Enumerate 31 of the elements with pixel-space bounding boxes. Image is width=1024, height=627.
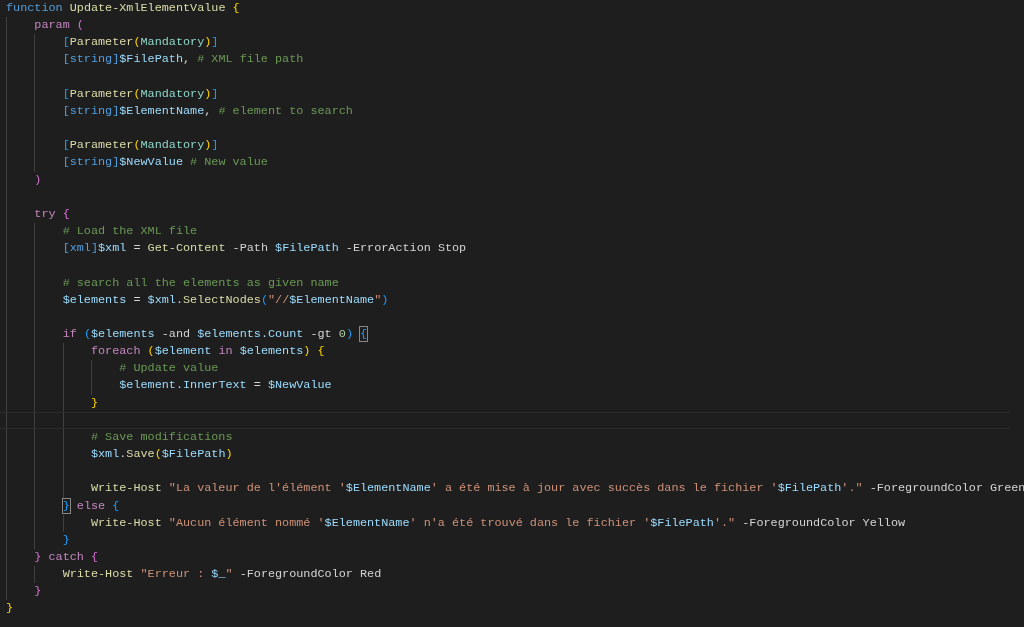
code-line: Write-Host "Aucun élément nommé '$ElementName' n'a été trouvé dans le fichier '$FilePath'." -ForegroundColor Yellow xyxy=(90,514,906,532)
code-line: function Update-XmlElementValue { xyxy=(6,0,240,17)
code-line: $elements = $xml.SelectNodes("//$ElementName") xyxy=(62,291,389,309)
code-line: [xml]$xml = Get-Content -Path $FilePath -ErrorAction Stop xyxy=(62,240,467,258)
code-line: [Parameter(Mandatory)] xyxy=(62,34,219,52)
code-line: } xyxy=(90,394,99,412)
code-line: } xyxy=(62,531,70,549)
code-line: [string]$ElementName, # element to search xyxy=(62,102,353,120)
indent-guide xyxy=(62,514,64,532)
code-line: # Load the XML file xyxy=(62,223,198,241)
code-line: } else { xyxy=(62,497,120,515)
code-line: Write-Host "Erreur : $_" -ForegroundColor Red xyxy=(62,566,382,584)
code-line: [string]$NewValue # New value xyxy=(62,154,268,172)
code-line: [string]$FilePath, # XML file path xyxy=(62,51,304,69)
code-line: param ( xyxy=(34,17,84,35)
code-line: [Parameter(Mandatory)] xyxy=(62,137,219,155)
code-line: foreach ($element in $elements) { xyxy=(90,343,325,361)
code-line: } catch { xyxy=(34,549,99,566)
code-line: if ($elements -and $elements.Count -gt 0) { xyxy=(62,325,368,343)
code-line: $element.InnerText = $NewValue xyxy=(119,377,332,395)
code-line: # search all the elements as given name xyxy=(62,274,339,292)
code-line: Write-Host "La valeur de l'élément '$ElementName' a été mise à jour avec succès dans le fichier '$FilePath'." -ForegroundColor Green xyxy=(90,480,1024,498)
code-line: } xyxy=(34,583,42,601)
code-line: } xyxy=(6,600,14,618)
code-line: $xml.Save($FilePath) xyxy=(90,446,233,464)
code-line: try { xyxy=(34,205,70,223)
code-line: ) xyxy=(34,171,42,189)
code-line: # Update value xyxy=(119,360,219,378)
code-line: # Save modifications xyxy=(90,428,233,446)
indent-guide xyxy=(34,566,36,584)
code-line: [Parameter(Mandatory)] xyxy=(62,85,219,103)
